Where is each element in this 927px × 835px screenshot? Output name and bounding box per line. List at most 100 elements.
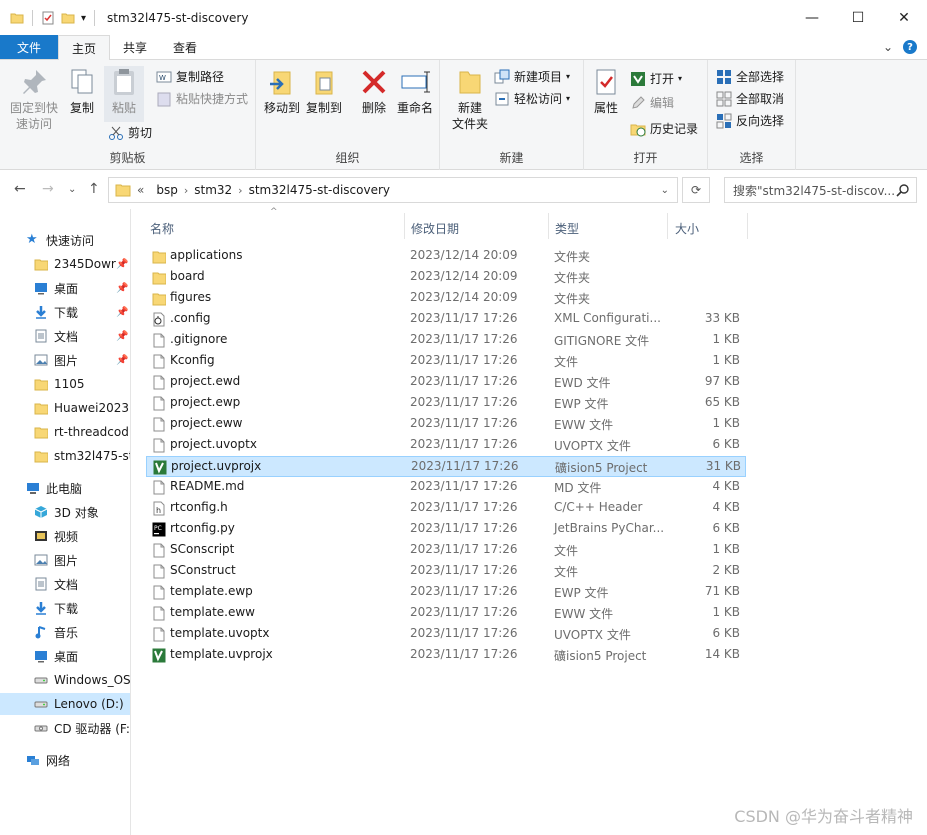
copy-to-button[interactable]: 复制到 (304, 66, 344, 116)
recent-locations-icon[interactable]: ⌄ (68, 184, 76, 195)
nav-item-3d-0[interactable]: 3D 对象 (0, 501, 130, 523)
help-icon[interactable]: ? (903, 40, 917, 54)
nav-this-pc[interactable]: 此电脑 (26, 477, 130, 499)
column-divider[interactable] (404, 213, 405, 239)
nav-item-2345dowr[interactable]: 2345Dowr 📌 (0, 253, 130, 275)
nav-item--[interactable]: 文档 📌 (0, 325, 130, 347)
new-item-button[interactable]: 新建项目 ▾ (494, 68, 570, 85)
nav-item--[interactable]: 下载 📌 (0, 301, 130, 323)
pin-icon[interactable]: 📌 (116, 259, 128, 270)
nav-item-document-3[interactable]: 文档 (0, 573, 130, 595)
close-button[interactable]: ✕ (881, 0, 927, 36)
tab-view[interactable]: 查看 (160, 35, 210, 59)
search-input[interactable]: 搜索"stm32l475-st-discov... (724, 177, 917, 203)
tab-file[interactable]: 文件 (0, 35, 58, 59)
move-to-button[interactable]: 移动到 (262, 66, 302, 116)
pin-icon[interactable]: 📌 (116, 283, 128, 294)
breadcrumb-overflow[interactable]: « (137, 183, 144, 197)
file-row[interactable]: .config 2023/11/17 17:26 XML Configurati..… (146, 309, 746, 330)
file-row[interactable]: board 2023/12/14 20:09 文件夹 (146, 267, 746, 288)
nav-item-desktop-6[interactable]: 桌面 (0, 645, 130, 667)
nav-item-huawei2023[interactable]: Huawei2023 (0, 397, 130, 419)
file-row[interactable]: README.md 2023/11/17 17:26 MD 文件 4 KB (146, 477, 746, 498)
select-all-button[interactable]: 全部选择 (716, 68, 784, 85)
file-row[interactable]: SConstruct 2023/11/17 17:26 文件 2 KB (146, 561, 746, 582)
column-divider[interactable] (548, 213, 549, 239)
file-row[interactable]: project.eww 2023/11/17 17:26 EWW 文件 1 KB (146, 414, 746, 435)
address-bar[interactable]: « bsp › stm32 › stm32l475-st-discovery ⌄ (108, 177, 678, 203)
tab-home[interactable]: 主页 (58, 35, 111, 60)
edit-button[interactable]: 编辑 (630, 94, 674, 111)
customize-quick-access-icon[interactable]: ▾ (81, 13, 86, 24)
file-row[interactable]: project.uvoptx 2023/11/17 17:26 UVOPTX 文件 6… (146, 435, 746, 456)
copy-path-button[interactable]: W 复制路径 (156, 68, 224, 85)
rename-button[interactable]: 重命名 (394, 66, 436, 116)
file-row[interactable]: h rtconfig.h 2023/11/17 17:26 C/C++ Header 4… (146, 498, 746, 519)
file-row[interactable]: template.uvoptx 2023/11/17 17:26 UVOPTX 文件… (146, 624, 746, 645)
file-row[interactable]: project.ewd 2023/11/17 17:26 EWD 文件 97 KB (146, 372, 746, 393)
minimize-button[interactable]: — (789, 0, 835, 36)
file-row[interactable]: PC rtconfig.py 2023/11/17 17:26 JetBrains P… (146, 519, 746, 540)
file-row[interactable]: .gitignore 2023/11/17 17:26 GITIGNORE 文件 1 … (146, 330, 746, 351)
up-arrow-icon[interactable]: ↑ (88, 181, 100, 197)
nav-item-drive-8[interactable]: Lenovo (D:) (0, 693, 130, 715)
expand-ribbon-icon[interactable]: ⌄ (883, 40, 893, 54)
invert-selection-button[interactable]: 反向选择 (716, 112, 784, 129)
chevron-right-icon[interactable]: › (184, 184, 188, 197)
new-folder-button[interactable]: 新建 文件夹 (448, 66, 492, 132)
file-row[interactable]: project.ewp 2023/11/17 17:26 EWP 文件 65 KB (146, 393, 746, 414)
paste-button[interactable]: 粘贴 (104, 66, 144, 122)
column-header-type[interactable]: 类型 (555, 215, 579, 241)
column-header-size[interactable]: 大小 (675, 215, 699, 241)
column-divider[interactable] (667, 213, 668, 239)
pin-icon[interactable]: 📌 (116, 355, 128, 366)
nav-item-1105[interactable]: 1105 (0, 373, 130, 395)
file-row[interactable]: project.uvprojx 2023/11/17 17:26 礦ision5 P… (146, 456, 746, 477)
forward-arrow-icon[interactable]: → (42, 181, 54, 197)
column-divider[interactable] (747, 213, 748, 239)
column-header-date[interactable]: 修改日期 (411, 215, 459, 241)
paste-shortcut-button[interactable]: 粘贴快捷方式 (156, 90, 248, 107)
tab-share[interactable]: 共享 (110, 35, 160, 59)
pin-icon[interactable]: 📌 (116, 331, 128, 342)
address-dropdown-icon[interactable]: ⌄ (661, 185, 669, 196)
nav-item-cd-9[interactable]: CD 驱动器 (F: (0, 717, 130, 739)
file-row[interactable]: template.uvprojx 2023/11/17 17:26 礦ision5 … (146, 645, 746, 666)
easy-access-button[interactable]: 轻松访问 ▾ (494, 90, 570, 107)
breadcrumb-current[interactable]: stm32l475-st-discovery (249, 183, 390, 197)
cut-button[interactable]: 剪切 (108, 124, 152, 141)
nav-item-drive-7[interactable]: Windows_OS (0, 669, 130, 691)
file-row[interactable]: template.ewp 2023/11/17 17:26 EWP 文件 71 KB (146, 582, 746, 603)
file-row[interactable]: figures 2023/12/14 20:09 文件夹 (146, 288, 746, 309)
nav-item-picture-2[interactable]: 图片 (0, 549, 130, 571)
nav-item-video-1[interactable]: 视频 (0, 525, 130, 547)
history-button[interactable]: 历史记录 (630, 120, 698, 137)
nav-item-music-5[interactable]: 音乐 (0, 621, 130, 643)
nav-item-download-4[interactable]: 下载 (0, 597, 130, 619)
open-button[interactable]: 打开 ▾ (630, 70, 682, 87)
properties-button[interactable]: 属性 (590, 66, 622, 116)
file-row[interactable]: template.eww 2023/11/17 17:26 EWW 文件 1 KB (146, 603, 746, 624)
nav-item--[interactable]: 桌面 📌 (0, 277, 130, 299)
nav-network[interactable]: 网络 (26, 749, 130, 771)
nav-item--[interactable]: 图片 📌 (0, 349, 130, 371)
copy-button[interactable]: 复制 (64, 66, 100, 116)
new-folder-icon[interactable] (61, 11, 75, 25)
column-header-name[interactable]: 名称 (150, 215, 174, 241)
properties-check-icon[interactable] (41, 11, 55, 25)
refresh-button[interactable]: ⟳ (682, 177, 710, 203)
breadcrumb-stm32[interactable]: stm32 (194, 183, 232, 197)
nav-quick-access[interactable]: ★ 快速访问 (26, 229, 130, 251)
pin-quick-access-button[interactable]: 固定到快 速访问 (6, 66, 62, 132)
breadcrumb-bsp[interactable]: bsp (156, 183, 178, 197)
nav-item-stm32l475-st[interactable]: stm32l475-st (0, 445, 130, 467)
file-row[interactable]: Kconfig 2023/11/17 17:26 文件 1 KB (146, 351, 746, 372)
pin-icon[interactable]: 📌 (116, 307, 128, 318)
back-arrow-icon[interactable]: ← (14, 181, 26, 197)
maximize-button[interactable]: ☐ (835, 0, 881, 36)
select-none-button[interactable]: 全部取消 (716, 90, 784, 107)
file-row[interactable]: applications 2023/12/14 20:09 文件夹 (146, 246, 746, 267)
nav-item-rt-threadcod[interactable]: rt-threadcod (0, 421, 130, 443)
delete-button[interactable]: 删除 (356, 66, 392, 116)
file-row[interactable]: SConscript 2023/11/17 17:26 文件 1 KB (146, 540, 746, 561)
